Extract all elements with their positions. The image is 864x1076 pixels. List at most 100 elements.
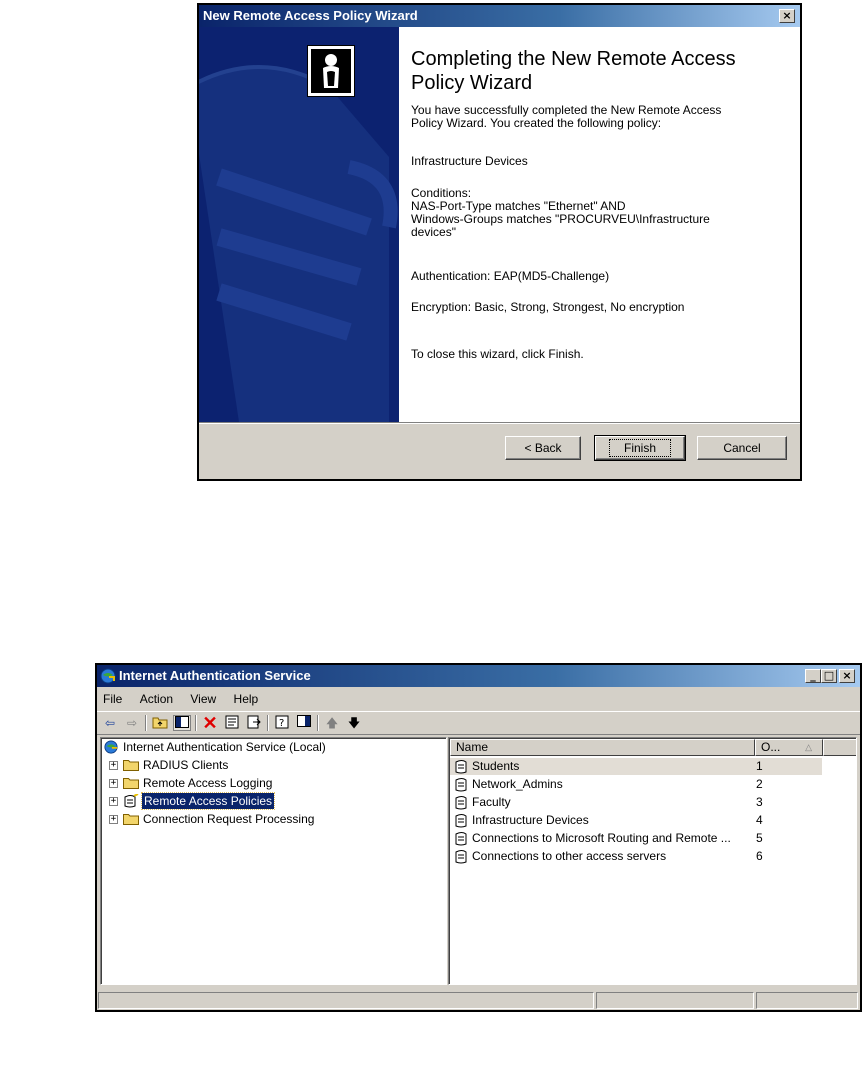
status-pane-main bbox=[98, 992, 594, 1009]
column-header-name[interactable]: Name bbox=[450, 739, 755, 756]
policy-name: Students bbox=[472, 759, 520, 773]
policy-name: Network_Admins bbox=[472, 777, 563, 791]
menu-help[interactable]: Help bbox=[228, 689, 267, 709]
tree-node-label: Connection Request Processing bbox=[143, 812, 315, 826]
policy-authentication: Authentication: EAP(MD5-Challenge) bbox=[411, 269, 610, 283]
policy-scroll-icon bbox=[455, 850, 467, 864]
tree-node-radius-clients[interactable]: + RADIUS Clients bbox=[109, 757, 409, 773]
move-up-icon[interactable]: 🡅 bbox=[323, 715, 341, 731]
policy-scroll-icon bbox=[455, 778, 467, 792]
back-button[interactable]: < Back bbox=[505, 436, 581, 460]
policy-order: 4 bbox=[756, 813, 763, 827]
toolbar-separator bbox=[195, 715, 197, 731]
tree-node-label: Remote Access Logging bbox=[143, 776, 273, 790]
maximize-button[interactable]: □ bbox=[821, 669, 837, 683]
menu-file[interactable]: File bbox=[97, 689, 130, 709]
export-list-icon[interactable] bbox=[245, 715, 263, 731]
ias-app-icon bbox=[100, 668, 116, 691]
policy-conditions: Conditions: NAS-Port-Type matches "Ether… bbox=[411, 186, 710, 239]
wizard-title: New Remote Access Policy Wizard bbox=[203, 8, 418, 23]
status-bar bbox=[97, 991, 860, 1010]
wizard-window: New Remote Access Policy Wizard × Comple… bbox=[197, 3, 802, 481]
folder-icon bbox=[123, 814, 139, 825]
tree-node-label: RADIUS Clients bbox=[143, 758, 229, 772]
policy-order: 3 bbox=[756, 795, 763, 809]
folder-icon bbox=[123, 778, 139, 789]
toolbar: ⇦ ⇨ ✕ ? 🡅 🡇 bbox=[97, 711, 860, 735]
policy-scroll-icon bbox=[455, 832, 467, 846]
menu-action[interactable]: Action bbox=[134, 689, 181, 709]
expand-icon[interactable]: + bbox=[109, 815, 118, 824]
policy-scroll-icon bbox=[124, 794, 139, 808]
list-row[interactable]: Faculty 3 bbox=[450, 794, 822, 811]
column-header-label: Name bbox=[456, 740, 489, 754]
scroll-banner-graphic bbox=[199, 27, 399, 422]
policy-scroll-icon bbox=[455, 814, 467, 828]
list-row[interactable]: Connections to other access servers 6 bbox=[450, 848, 822, 865]
column-header-order[interactable]: O... △ bbox=[755, 739, 823, 756]
wizard-title-bar[interactable]: New Remote Access Policy Wizard bbox=[199, 5, 800, 27]
expand-icon[interactable]: + bbox=[109, 761, 118, 770]
policy-order: 5 bbox=[756, 831, 763, 845]
menu-view[interactable]: View bbox=[184, 689, 224, 709]
show-hide-action-pane-icon[interactable] bbox=[295, 715, 313, 731]
tree-node-remote-access-logging[interactable]: + Remote Access Logging bbox=[109, 775, 409, 791]
cancel-button[interactable]: Cancel bbox=[697, 436, 787, 460]
tree-node-connection-request-processing[interactable]: + Connection Request Processing bbox=[109, 811, 429, 827]
finish-label: Finish bbox=[608, 439, 671, 457]
minimize-button[interactable]: _ bbox=[805, 669, 821, 683]
tree-node-label: Remote Access Policies bbox=[140, 792, 276, 810]
tree-root-label: Internet Authentication Service (Local) bbox=[123, 740, 326, 754]
show-hide-tree-icon[interactable] bbox=[173, 715, 191, 731]
wizard-user-icon bbox=[307, 45, 355, 97]
expand-icon[interactable]: + bbox=[109, 797, 118, 806]
policy-name: Infrastructure Devices bbox=[472, 813, 589, 827]
properties-icon[interactable] bbox=[223, 715, 241, 731]
list-row[interactable]: Students 1 bbox=[450, 758, 822, 775]
ias-close-button[interactable]: × bbox=[839, 669, 855, 683]
wizard-content: Completing the New Remote Access Policy … bbox=[399, 27, 800, 422]
sort-ascending-icon: △ bbox=[805, 742, 812, 752]
column-header-label: O... bbox=[761, 740, 781, 754]
help-icon[interactable]: ? bbox=[273, 715, 291, 731]
tree-node-remote-access-policies[interactable]: + Remote Access Policies bbox=[109, 792, 409, 810]
back-arrow-icon[interactable]: ⇦ bbox=[101, 715, 119, 731]
wizard-close-button[interactable]: × bbox=[779, 9, 795, 23]
toolbar-separator bbox=[317, 715, 319, 731]
status-pane-3 bbox=[756, 992, 858, 1009]
list-row[interactable]: Network_Admins 2 bbox=[450, 776, 822, 793]
ias-window: Internet Authentication Service _ □ × Fi… bbox=[95, 663, 862, 1012]
policy-name: Faculty bbox=[472, 795, 511, 809]
policy-name: Connections to Microsoft Routing and Rem… bbox=[472, 831, 731, 845]
policy-name: Connections to other access servers bbox=[472, 849, 667, 863]
wizard-separator bbox=[199, 422, 800, 424]
up-folder-icon[interactable] bbox=[151, 715, 169, 731]
policy-order: 2 bbox=[756, 777, 763, 791]
svg-text:?: ? bbox=[279, 718, 284, 729]
wizard-side-banner bbox=[199, 27, 399, 422]
move-down-icon[interactable]: 🡇 bbox=[345, 715, 363, 731]
folder-icon bbox=[123, 760, 139, 771]
policy-name: Infrastructure Devices bbox=[411, 154, 528, 168]
list-row[interactable]: Connections to Microsoft Routing and Rem… bbox=[450, 830, 822, 847]
ias-root-icon bbox=[104, 740, 118, 754]
ias-title-bar[interactable]: Internet Authentication Service bbox=[97, 665, 860, 687]
wizard-intro: You have successfully completed the New … bbox=[411, 103, 722, 130]
wizard-heading: Completing the New Remote Access Policy … bbox=[411, 48, 736, 94]
toolbar-separator bbox=[267, 715, 269, 731]
expand-icon[interactable]: + bbox=[109, 779, 118, 788]
column-header-filler bbox=[823, 739, 856, 756]
policy-list: Name O... △ Students 1 Network_Admins 2 Facu… bbox=[448, 737, 857, 985]
console-tree: Internet Authentication Service (Local) … bbox=[100, 737, 447, 985]
policy-scroll-icon bbox=[455, 760, 467, 774]
forward-arrow-icon[interactable]: ⇨ bbox=[123, 715, 141, 731]
toolbar-separator bbox=[145, 715, 147, 731]
policy-order: 1 bbox=[756, 759, 763, 773]
policy-encryption: Encryption: Basic, Strong, Strongest, No… bbox=[411, 300, 685, 314]
ias-title: Internet Authentication Service bbox=[119, 668, 311, 683]
delete-icon[interactable]: ✕ bbox=[201, 714, 219, 732]
status-pane-2 bbox=[596, 992, 754, 1009]
finish-button[interactable]: Finish bbox=[594, 435, 686, 461]
menu-bar: File Action View Help bbox=[97, 689, 860, 709]
list-row[interactable]: Infrastructure Devices 4 bbox=[450, 812, 822, 829]
